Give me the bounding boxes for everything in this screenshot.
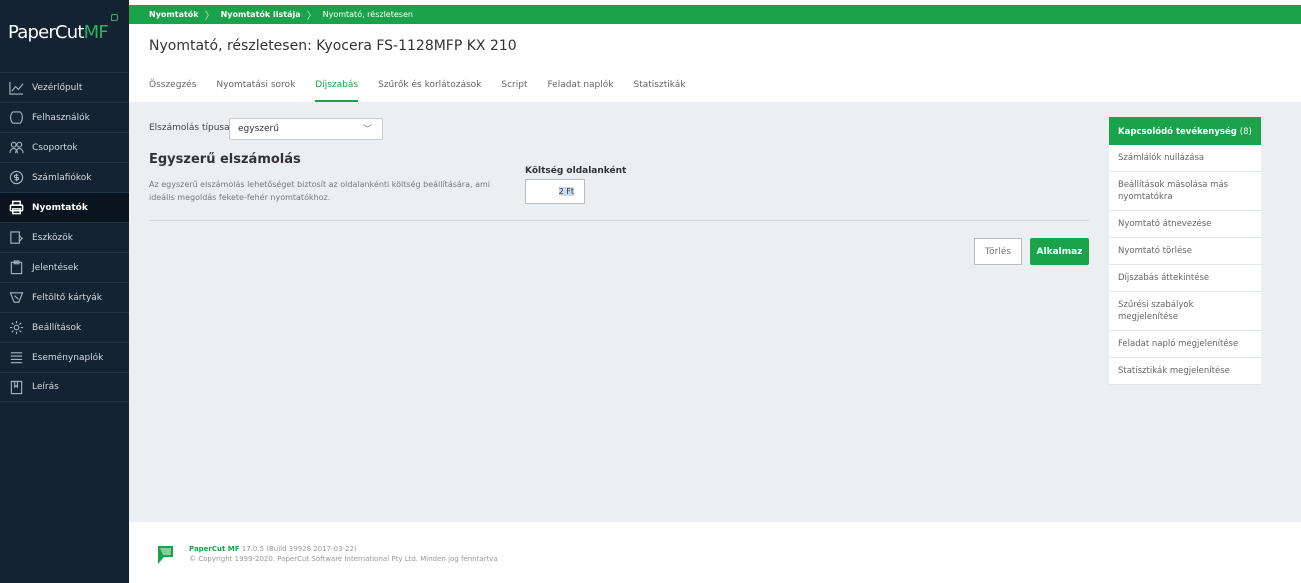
tab-summary[interactable]: Összegzés bbox=[149, 74, 196, 102]
sidebar-nav: Vezérlőpult Felhasználók Csoportok Száml… bbox=[0, 72, 129, 402]
sidebar-item-label: Számlafiókok bbox=[32, 172, 92, 183]
user-icon bbox=[8, 110, 24, 126]
papercut-footer-logo-icon bbox=[158, 546, 173, 564]
sidebar-item-users[interactable]: Felhasználók bbox=[0, 102, 129, 132]
sidebar-item-label: Feltöltő kártyák bbox=[32, 292, 103, 303]
related-action-delete[interactable]: Nyomtató törlése bbox=[1109, 238, 1261, 265]
sidebar: PaperCutMF Vezérlőpult Felhasználók Csop… bbox=[0, 0, 129, 583]
sidebar-item-label: Beállítások bbox=[32, 322, 82, 333]
tab-print-queues[interactable]: Nyomtatási sorok bbox=[216, 74, 295, 102]
sidebar-item-help[interactable]: Leírás bbox=[0, 372, 129, 402]
apply-button[interactable]: Alkalmaz bbox=[1030, 238, 1089, 265]
cost-per-page-label: Költség oldalanként bbox=[525, 166, 627, 176]
page-title: Nyomtató, részletesen: Kyocera FS-1128MF… bbox=[149, 38, 517, 54]
sidebar-item-label: Jelentések bbox=[32, 262, 79, 273]
sidebar-item-label: Leírás bbox=[32, 382, 59, 392]
device-icon bbox=[8, 230, 24, 246]
sidebar-item-settings[interactable]: Beállítások bbox=[0, 312, 129, 342]
tab-filters[interactable]: Szűrők és korlátozások bbox=[378, 74, 481, 102]
sidebar-item-label: Eszközök bbox=[32, 232, 73, 243]
tab-job-log[interactable]: Feladat naplók bbox=[547, 74, 613, 102]
content-area: Elszámolás típusa: egyszerű ﹀ Egyszerű e… bbox=[129, 102, 1301, 522]
related-action-filter-rules[interactable]: Szűrési szabályok megjelenítése bbox=[1109, 292, 1261, 331]
sidebar-item-logs[interactable]: Eseménynaplók bbox=[0, 342, 129, 372]
footer-version-text: 17.0.5 (Build 39928 2017-03-22) bbox=[241, 545, 357, 553]
clipboard-icon bbox=[8, 260, 24, 276]
chevron-down-icon: ﹀ bbox=[362, 125, 372, 135]
related-action-statistics[interactable]: Statisztikák megjelenítése bbox=[1109, 358, 1261, 385]
users-group-icon bbox=[8, 140, 24, 156]
gear-icon bbox=[8, 320, 24, 336]
sidebar-item-accounts[interactable]: Számlafiókok bbox=[0, 162, 129, 192]
related-action-reset-counters[interactable]: Számlálók nullázása bbox=[1109, 145, 1261, 172]
logo-text: PaperCut bbox=[8, 22, 84, 43]
breadcrumb-separator-icon: 〉 bbox=[204, 11, 215, 22]
divider bbox=[149, 220, 1089, 221]
related-action-charging-overview[interactable]: Díjszabás áttekintése bbox=[1109, 265, 1261, 292]
tab-charging[interactable]: Díjszabás bbox=[315, 74, 358, 102]
tab-bar: Összegzés Nyomtatási sorok Díjszabás Szű… bbox=[149, 74, 706, 102]
sidebar-item-dashboard[interactable]: Vezérlőpult bbox=[0, 72, 129, 102]
footer-version: PaperCut MF 17.0.5 (Build 39928 2017-03-… bbox=[189, 545, 357, 553]
section-title: Egyszerű elszámolás bbox=[149, 152, 301, 167]
cost-per-page-value: 2 Ft bbox=[558, 187, 574, 196]
reset-button[interactable]: Törlés bbox=[974, 238, 1022, 265]
section-description: Az egyszerű elszámolás lehetőséget bizto… bbox=[149, 180, 490, 202]
logo-flag-icon bbox=[111, 14, 118, 21]
list-icon bbox=[8, 350, 24, 366]
related-action-copy-settings[interactable]: Beállítások másolása más nyomtatókra bbox=[1109, 172, 1261, 211]
cost-per-page-input[interactable]: 2 Ft bbox=[525, 179, 585, 204]
breadcrumb-separator-icon: 〉 bbox=[306, 11, 317, 22]
printer-icon bbox=[8, 200, 24, 216]
tag-icon bbox=[8, 290, 24, 306]
tab-statistics[interactable]: Statisztikák bbox=[634, 74, 686, 102]
sidebar-item-label: Eseménynaplók bbox=[32, 352, 104, 363]
billing-type-select[interactable]: egyszerű ﹀ bbox=[229, 118, 383, 140]
sidebar-item-label: Felhasználók bbox=[32, 112, 90, 123]
related-actions-header: Kapcsolódó tevékenység (8) bbox=[1109, 117, 1261, 145]
breadcrumb-current: Nyomtató, részletesen bbox=[322, 10, 413, 19]
breadcrumb: Nyomtatók 〉 Nyomtatók listája 〉 Nyomtató… bbox=[129, 5, 1301, 24]
related-actions-panel: Kapcsolódó tevékenység (8) Számlálók nul… bbox=[1109, 117, 1261, 385]
sidebar-item-cards[interactable]: Feltöltő kártyák bbox=[0, 282, 129, 312]
sidebar-item-reports[interactable]: Jelentések bbox=[0, 252, 129, 282]
billing-type-label: Elszámolás típusa: bbox=[149, 123, 233, 133]
dollar-circle-icon bbox=[8, 170, 24, 186]
sidebar-item-printers[interactable]: Nyomtatók bbox=[0, 192, 129, 222]
tab-script[interactable]: Script bbox=[501, 74, 527, 102]
related-actions-count: (8) bbox=[1239, 127, 1252, 137]
breadcrumb-printers[interactable]: Nyomtatók bbox=[149, 10, 199, 19]
footer-brand[interactable]: PaperCut MF bbox=[189, 545, 240, 553]
billing-type-value: egyszerű bbox=[238, 124, 279, 134]
logo-accent: MF bbox=[83, 22, 109, 43]
footer: PaperCut MF 17.0.5 (Build 39928 2017-03-… bbox=[129, 522, 1301, 583]
sidebar-item-label: Nyomtatók bbox=[32, 202, 88, 213]
sidebar-item-label: Csoportok bbox=[32, 142, 78, 153]
related-action-job-log[interactable]: Feladat napló megjelenítése bbox=[1109, 331, 1261, 358]
book-icon bbox=[8, 379, 24, 395]
sidebar-item-groups[interactable]: Csoportok bbox=[0, 132, 129, 162]
papercut-logo[interactable]: PaperCutMF bbox=[0, 0, 129, 72]
related-actions-title: Kapcsolódó tevékenység bbox=[1118, 127, 1237, 137]
footer-copyright: © Copyright 1999-2020. PaperCut Software… bbox=[189, 555, 498, 563]
sidebar-item-devices[interactable]: Eszközök bbox=[0, 222, 129, 252]
chart-line-icon bbox=[8, 80, 24, 96]
breadcrumb-printer-list[interactable]: Nyomtatók listája bbox=[221, 10, 301, 19]
related-action-rename[interactable]: Nyomtató átnevezése bbox=[1109, 211, 1261, 238]
sidebar-item-label: Vezérlőpult bbox=[32, 82, 83, 93]
